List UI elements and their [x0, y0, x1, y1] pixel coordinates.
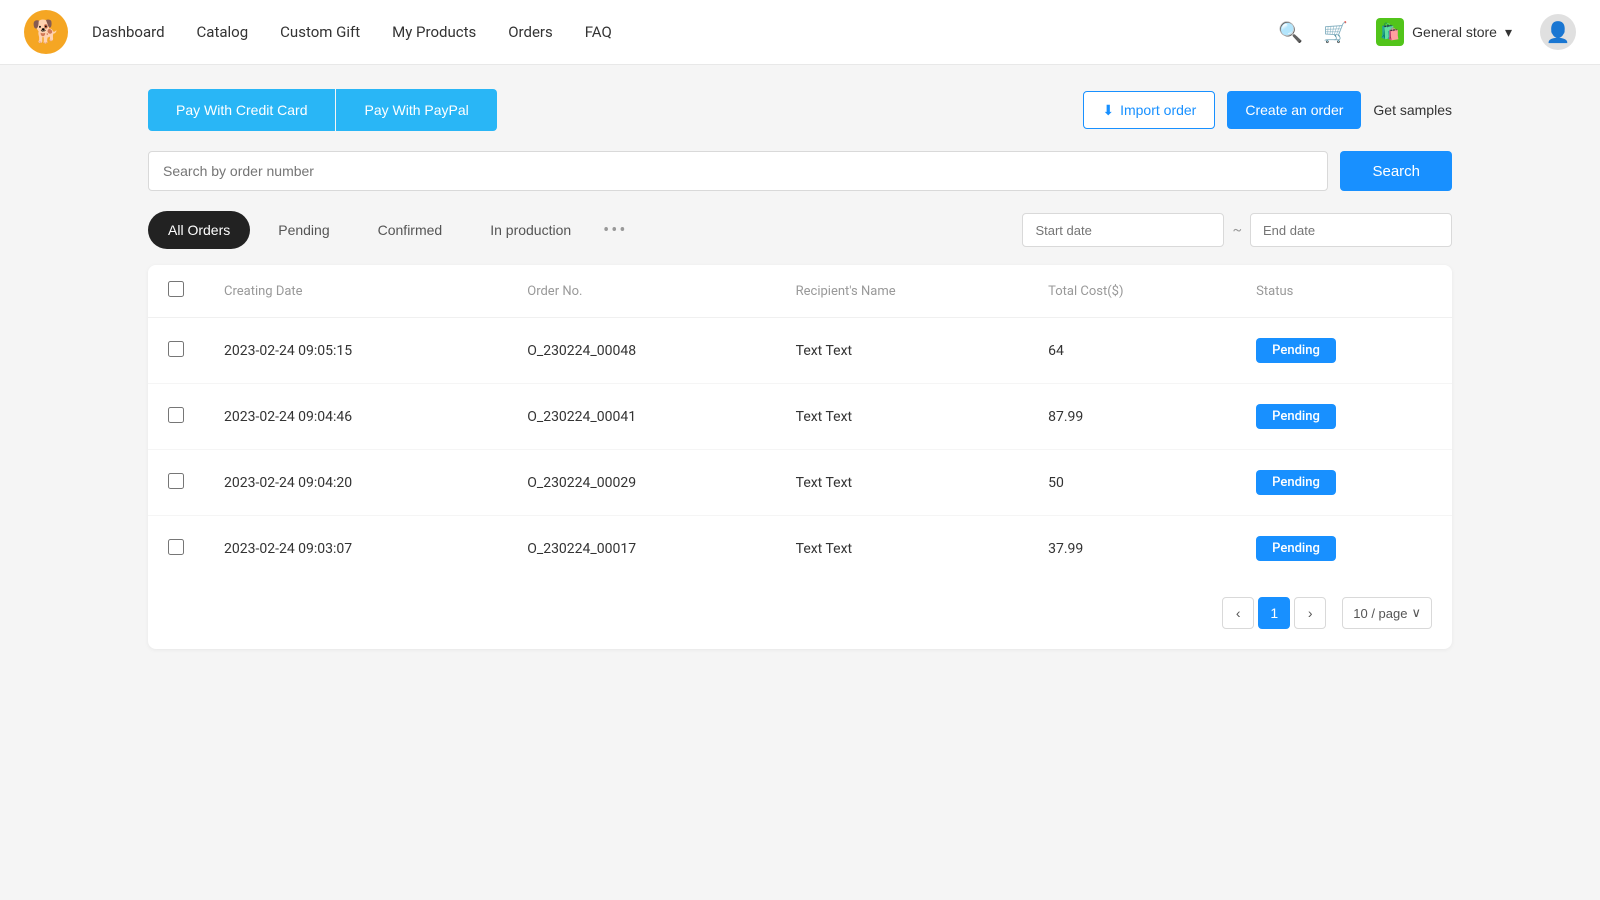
get-samples-button[interactable]: Get samples — [1373, 102, 1452, 118]
user-avatar[interactable]: 👤 — [1540, 14, 1576, 50]
row-total-2: 50 — [1028, 450, 1236, 516]
start-date-input[interactable] — [1022, 213, 1224, 247]
row-order-no-0: O_230224_00048 — [507, 318, 775, 384]
page-size-label: 10 / page — [1353, 606, 1407, 621]
chevron-down-icon: ▾ — [1505, 24, 1512, 41]
pagination: ‹ 1 › 10 / page ∨ — [148, 581, 1452, 649]
logo[interactable]: 🐕 — [24, 10, 68, 54]
row-status-2: Pending — [1236, 450, 1452, 516]
row-checkbox-2[interactable] — [168, 473, 184, 489]
row-recipient-0: Text Text — [776, 318, 1028, 384]
table-row: 2023-02-24 09:05:15 O_230224_00048 Text … — [148, 318, 1452, 384]
row-status-3: Pending — [1236, 516, 1452, 582]
main-nav: Dashboard Catalog Custom Gift My Product… — [92, 23, 612, 41]
tab-in-production[interactable]: In production — [470, 211, 591, 249]
chevron-down-icon: ∨ — [1411, 605, 1421, 621]
create-order-button[interactable]: Create an order — [1227, 91, 1361, 129]
row-recipient-2: Text Text — [776, 450, 1028, 516]
nav-orders[interactable]: Orders — [508, 23, 553, 41]
table-row: 2023-02-24 09:04:20 O_230224_00029 Text … — [148, 450, 1452, 516]
row-status-1: Pending — [1236, 384, 1452, 450]
row-status-0: Pending — [1236, 318, 1452, 384]
nav-my-products[interactable]: My Products — [392, 23, 476, 41]
status-badge-0[interactable]: Pending — [1256, 338, 1336, 363]
nav-custom-gift[interactable]: Custom Gift — [280, 23, 360, 41]
import-order-button[interactable]: ⬇ Import order — [1083, 91, 1215, 129]
row-total-3: 37.99 — [1028, 516, 1236, 582]
table-row: 2023-02-24 09:04:46 O_230224_00041 Text … — [148, 384, 1452, 450]
col-recipient-name: Recipient's Name — [776, 265, 1028, 318]
row-recipient-3: Text Text — [776, 516, 1028, 582]
status-badge-2[interactable]: Pending — [1256, 470, 1336, 495]
select-all-checkbox[interactable] — [168, 281, 184, 297]
search-icon[interactable]: 🔍 — [1278, 20, 1303, 44]
date-filters: ~ — [1022, 213, 1452, 247]
tab-confirmed[interactable]: Confirmed — [358, 211, 463, 249]
end-date-input[interactable] — [1250, 213, 1452, 247]
store-name: General store — [1412, 24, 1497, 40]
cart-icon[interactable]: 🛒 — [1323, 20, 1348, 44]
header-right: 🔍 🛒 🛍️ General store ▾ 👤 — [1278, 14, 1576, 50]
row-order-no-3: O_230224_00017 — [507, 516, 775, 582]
select-all-col — [148, 265, 204, 318]
main-content: Pay With Credit Card Pay With PayPal ⬇ I… — [100, 65, 1500, 673]
row-order-no-1: O_230224_00041 — [507, 384, 775, 450]
action-buttons: ⬇ Import order Create an order Get sampl… — [1083, 91, 1452, 129]
row-date-3: 2023-02-24 09:03:07 — [204, 516, 507, 582]
row-checkbox-0[interactable] — [168, 341, 184, 357]
logo-icon: 🐕 — [24, 10, 68, 54]
row-total-1: 87.99 — [1028, 384, 1236, 450]
row-recipient-1: Text Text — [776, 384, 1028, 450]
tab-pending[interactable]: Pending — [258, 211, 349, 249]
pay-credit-card-button[interactable]: Pay With Credit Card — [148, 89, 335, 131]
pay-paypal-button[interactable]: Pay With PayPal — [336, 89, 496, 131]
nav-dashboard[interactable]: Dashboard — [92, 23, 165, 41]
row-checkbox-1[interactable] — [168, 407, 184, 423]
page-size-selector[interactable]: 10 / page ∨ — [1342, 597, 1432, 629]
status-badge-1[interactable]: Pending — [1256, 404, 1336, 429]
store-icon: 🛍️ — [1376, 18, 1404, 46]
orders-table-container: Creating Date Order No. Recipient's Name… — [148, 265, 1452, 649]
tab-all-orders[interactable]: All Orders — [148, 211, 250, 249]
row-date-2: 2023-02-24 09:04:20 — [204, 450, 507, 516]
import-icon: ⬇ — [1102, 102, 1114, 119]
pagination-page-1[interactable]: 1 — [1258, 597, 1290, 629]
col-status: Status — [1236, 265, 1452, 318]
table-row: 2023-02-24 09:03:07 O_230224_00017 Text … — [148, 516, 1452, 582]
col-creating-date: Creating Date — [204, 265, 507, 318]
pagination-prev[interactable]: ‹ — [1222, 597, 1254, 629]
row-checkbox-3[interactable] — [168, 539, 184, 555]
row-total-0: 64 — [1028, 318, 1236, 384]
payment-row: Pay With Credit Card Pay With PayPal ⬇ I… — [148, 89, 1452, 131]
row-date-0: 2023-02-24 09:05:15 — [204, 318, 507, 384]
search-input[interactable] — [148, 151, 1328, 191]
search-row: Search — [148, 151, 1452, 191]
row-order-no-2: O_230224_00029 — [507, 450, 775, 516]
header: 🐕 Dashboard Catalog Custom Gift My Produ… — [0, 0, 1600, 65]
more-tabs-icon[interactable]: ••• — [603, 220, 627, 241]
import-label: Import order — [1120, 102, 1196, 118]
status-badge-3[interactable]: Pending — [1256, 536, 1336, 561]
tabs-row: All Orders Pending Confirmed In producti… — [148, 211, 1452, 249]
store-selector[interactable]: 🛍️ General store ▾ — [1368, 14, 1520, 50]
nav-catalog[interactable]: Catalog — [197, 23, 249, 41]
pagination-next[interactable]: › — [1294, 597, 1326, 629]
table-header: Creating Date Order No. Recipient's Name… — [148, 265, 1452, 318]
date-separator: ~ — [1232, 222, 1242, 238]
row-date-1: 2023-02-24 09:04:46 — [204, 384, 507, 450]
col-order-no: Order No. — [507, 265, 775, 318]
orders-table: Creating Date Order No. Recipient's Name… — [148, 265, 1452, 581]
search-button[interactable]: Search — [1340, 151, 1452, 191]
col-total-cost: Total Cost($) — [1028, 265, 1236, 318]
nav-faq[interactable]: FAQ — [585, 23, 612, 41]
table-body: 2023-02-24 09:05:15 O_230224_00048 Text … — [148, 318, 1452, 582]
